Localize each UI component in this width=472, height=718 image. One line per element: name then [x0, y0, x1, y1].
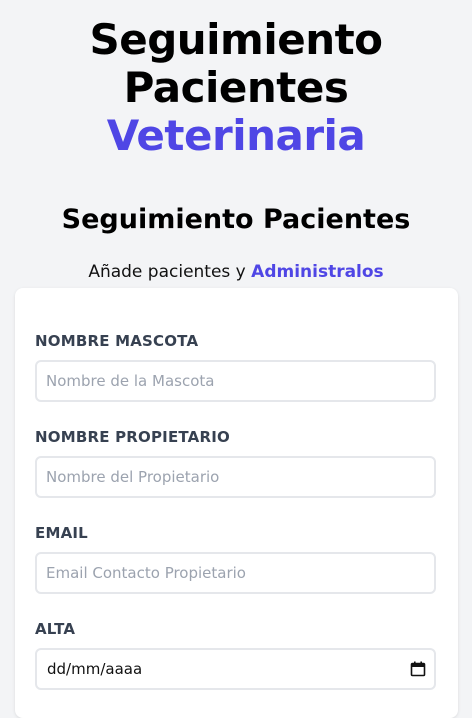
- email-label: EMAIL: [35, 524, 88, 542]
- patient-form: NOMBRE MASCOTA NOMBRE PROPIETARIO EMAIL …: [15, 288, 458, 718]
- app-title: Seguimiento Pacientes Veterinaria: [0, 0, 472, 160]
- calendar-icon[interactable]: [410, 661, 426, 677]
- form-section-title: Seguimiento Pacientes: [61, 204, 411, 235]
- email-input[interactable]: [35, 552, 436, 594]
- discharge-date-input[interactable]: dd/mm/aaaa: [35, 648, 436, 690]
- subtitle-highlight: Administralos: [251, 262, 384, 282]
- owner-name-input[interactable]: [35, 456, 436, 498]
- owner-name-label: NOMBRE PROPIETARIO: [35, 428, 230, 446]
- subtitle-prefix: Añade pacientes y: [88, 262, 252, 282]
- pet-name-label: NOMBRE MASCOTA: [35, 332, 199, 350]
- pet-name-input[interactable]: [35, 360, 436, 402]
- discharge-date-label: ALTA: [35, 620, 76, 638]
- app-title-line1: Seguimiento: [89, 15, 383, 64]
- date-placeholder: dd/mm/aaaa: [47, 660, 143, 678]
- form-section-subtitle: Añade pacientes y Administralos: [0, 262, 472, 282]
- app-title-line2: Pacientes: [123, 63, 349, 112]
- app-title-accent: Veterinaria: [106, 111, 366, 160]
